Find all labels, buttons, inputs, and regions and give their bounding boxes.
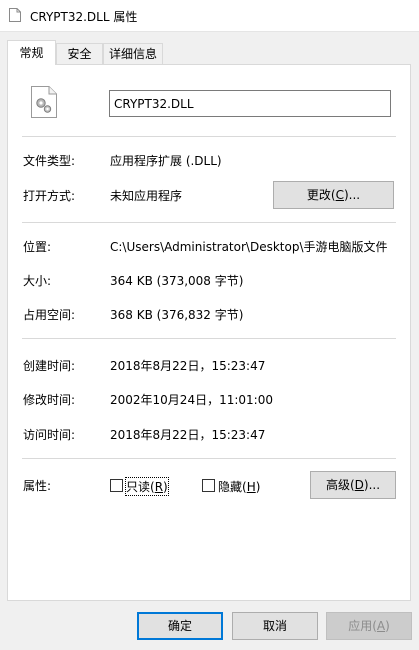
opens-with-value: 未知应用程序 — [110, 189, 183, 203]
divider — [22, 222, 396, 223]
tab-security[interactable]: 安全 — [56, 43, 103, 64]
created-value: 2018年8月22日，15:23:47 — [110, 359, 266, 373]
size-value: 364 KB (373,008 字节) — [110, 274, 244, 288]
filename-field[interactable] — [109, 90, 391, 117]
general-panel: 文件类型: 应用程序扩展 (.DLL) 打开方式: 未知应用程序 更改(C)..… — [7, 64, 411, 601]
tab-strip: 常规 安全 详细信息 — [0, 40, 419, 65]
modified-label: 修改时间: — [23, 393, 76, 407]
size-on-disk-label: 占用空间: — [23, 308, 76, 322]
change-button[interactable]: 更改(C)... — [273, 181, 394, 209]
accessed-value: 2018年8月22日，15:23:47 — [110, 428, 266, 442]
size-label: 大小: — [23, 274, 52, 288]
window-title: CRYPT32.DLL 属性 — [30, 10, 138, 24]
cancel-button[interactable]: 取消 — [232, 612, 318, 640]
tab-general[interactable]: 常规 — [7, 40, 56, 65]
hidden-label: 隐藏(H) — [218, 480, 261, 494]
file-type-value: 应用程序扩展 (.DLL) — [110, 154, 222, 168]
readonly-checkbox-box[interactable] — [110, 479, 123, 492]
readonly-label: 只读(R) — [125, 477, 169, 496]
modified-value: 2002年10月24日，11:01:00 — [110, 393, 273, 407]
location-value: C:\Users\Administrator\Desktop\手游电脑版文件 — [110, 240, 388, 254]
dll-file-icon — [30, 85, 58, 119]
divider — [22, 458, 396, 459]
advanced-button[interactable]: 高级(D)... — [310, 471, 396, 499]
divider — [22, 338, 396, 339]
file-icon — [9, 8, 21, 22]
readonly-checkbox[interactable]: 只读(R) — [110, 477, 169, 496]
apply-button[interactable]: 应用(A) — [326, 612, 412, 640]
title-bar: CRYPT32.DLL 属性 — [0, 0, 419, 32]
size-on-disk-value: 368 KB (376,832 字节) — [110, 308, 244, 322]
hidden-checkbox[interactable]: 隐藏(H) — [202, 478, 264, 494]
ok-button[interactable]: 确定 — [137, 612, 223, 640]
divider — [22, 136, 396, 137]
accessed-label: 访问时间: — [23, 428, 76, 442]
created-label: 创建时间: — [23, 359, 76, 373]
location-label: 位置: — [23, 240, 52, 254]
attributes-label: 属性: — [23, 479, 52, 493]
file-type-label: 文件类型: — [23, 154, 76, 168]
opens-with-label: 打开方式: — [23, 189, 76, 203]
hidden-checkbox-box[interactable] — [202, 479, 215, 492]
tab-details[interactable]: 详细信息 — [103, 43, 163, 64]
